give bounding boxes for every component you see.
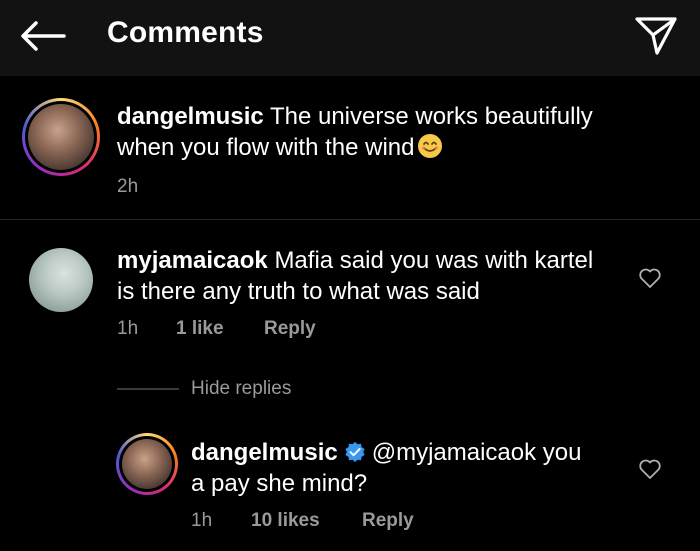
hide-replies-button[interactable]: Hide replies (191, 378, 291, 400)
reply-text-line2: a pay she mind? (191, 470, 368, 497)
reply-reply-button[interactable]: Reply (362, 510, 414, 532)
page-title: Comments (107, 16, 264, 49)
comment-text: myjamaicaok Mafia said you was with kart… (117, 245, 627, 276)
divider (0, 219, 700, 220)
reply-time: 1h (191, 510, 213, 531)
comment-heart-icon[interactable] (638, 266, 662, 290)
send-icon[interactable] (633, 13, 679, 59)
reply-likes[interactable]: 10 likes (251, 510, 320, 532)
comment-likes[interactable]: 1 like (176, 318, 224, 340)
reply-text: dangelmusic @myjamaicaok you (191, 437, 621, 468)
comment-time: 1h (117, 318, 139, 339)
reply-avatar[interactable] (116, 433, 178, 495)
caption-avatar[interactable] (22, 98, 100, 176)
comment-username[interactable]: myjamaicaok (117, 247, 268, 274)
comment-text-line2: is there any truth to what was said (117, 278, 480, 305)
comment-avatar[interactable] (29, 248, 93, 312)
caption-body: The universe works beautifully (269, 103, 593, 130)
smiling-face-emoji-icon (417, 134, 442, 158)
back-arrow-icon[interactable] (18, 18, 68, 54)
caption-text-line2: when you flow with the wind (117, 132, 443, 163)
reply-heart-icon[interactable] (638, 457, 662, 481)
verified-badge-icon (345, 442, 365, 462)
comment-body: Mafia said you was with kartel (274, 247, 594, 274)
caption-body-line2: when you flow with the wind (117, 134, 415, 161)
reply-username[interactable]: dangelmusic (191, 439, 338, 466)
comment-reply-button[interactable]: Reply (264, 318, 316, 340)
caption-time: 2h (117, 176, 139, 197)
reply-body: @myjamaicaok you (371, 439, 582, 466)
hide-replies-line (117, 388, 179, 390)
caption-text: dangelmusic The universe works beautiful… (117, 101, 677, 132)
caption-username[interactable]: dangelmusic (117, 103, 264, 130)
header-bar: Comments (0, 0, 700, 76)
